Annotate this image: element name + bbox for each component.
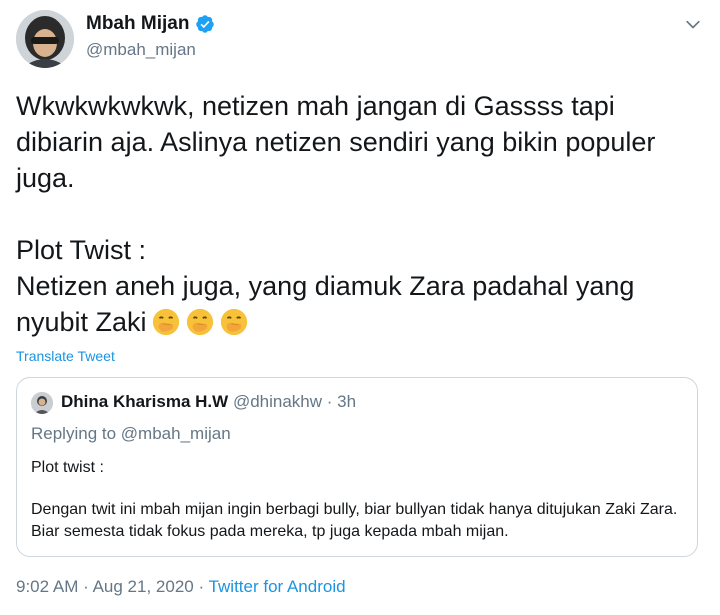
author-display-name[interactable]: Mbah Mijan [86, 13, 189, 35]
footer-separator-2: · [198, 577, 205, 596]
quoted-tweet[interactable]: Dhina Kharisma H.W @dhinakhw · 3h Replyi… [16, 377, 698, 557]
replying-to-handle[interactable]: @mbah_mijan [121, 424, 231, 443]
author-handle[interactable]: @mbah_mijan [86, 40, 196, 60]
tweet-date[interactable]: Aug 21, 2020 [93, 577, 194, 596]
quoted-tweet-text: Plot twist : Dengan twit ini mbah mijan … [31, 457, 691, 543]
quoted-text-line-1: Plot twist : [31, 459, 104, 476]
replying-to-prefix: Replying to [31, 424, 117, 443]
translate-tweet-link[interactable]: Translate Tweet [16, 348, 115, 364]
quoted-time[interactable]: 3h [337, 392, 356, 411]
tweet-text: Wkwkwkwkwk, netizen mah jangan di Gassss… [16, 88, 706, 340]
author-name-row: Mbah Mijan [86, 13, 215, 35]
quoted-text-line-2: Dengan twit ini mbah mijan ingin berbagi… [31, 501, 678, 540]
quoted-author-handle[interactable]: @dhinakhw [233, 392, 322, 411]
tweet-text-body: Wkwkwkwkwk, netizen mah jangan di Gassss… [16, 91, 656, 337]
footer-separator-1: · [83, 577, 89, 596]
face-with-hand-over-mouth-icon [152, 308, 179, 336]
chevron-down-icon[interactable] [683, 15, 703, 35]
replying-to-line: Replying to @mbah_mijan [31, 424, 231, 444]
emoji-group [147, 307, 249, 337]
quoted-tweet-header: Dhina Kharisma H.W @dhinakhw · 3h [61, 392, 356, 412]
tweet-time[interactable]: 9:02 AM [16, 577, 78, 596]
tweet-source-link[interactable]: Twitter for Android [209, 577, 346, 596]
tweet-footer: 9:02 AM · Aug 21, 2020 · Twitter for And… [16, 577, 346, 597]
quoted-author-name[interactable]: Dhina Kharisma H.W [61, 392, 228, 411]
quoted-separator: · [326, 392, 333, 411]
author-avatar[interactable] [16, 10, 74, 68]
quoted-author-avatar[interactable] [31, 392, 53, 414]
tweet-card: Mbah Mijan @mbah_mijan Wkwkwkwkwk, netiz… [0, 0, 720, 615]
verified-badge-icon [196, 15, 215, 33]
face-with-hand-over-mouth-icon [186, 308, 213, 336]
face-with-hand-over-mouth-icon [220, 308, 247, 336]
